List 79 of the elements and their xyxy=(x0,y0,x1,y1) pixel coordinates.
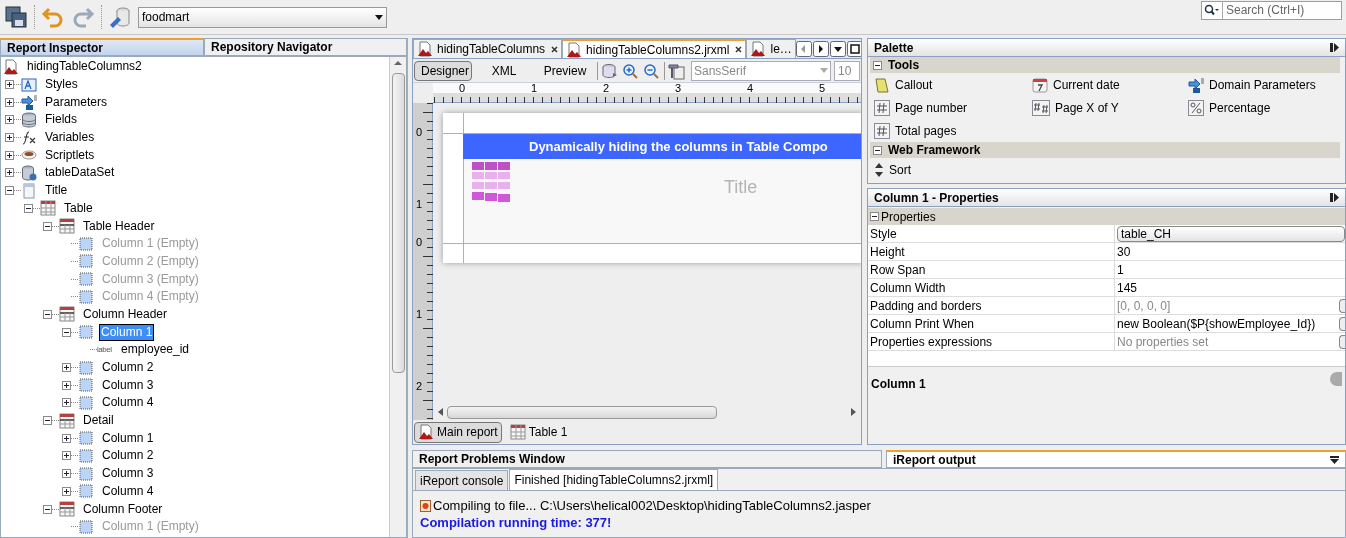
panel-title: Column 1 - Properties xyxy=(874,189,999,207)
font-dropdown[interactable]: SansSerif xyxy=(691,60,831,81)
tree-item[interactable]: Column Footer xyxy=(80,500,166,518)
property-value[interactable]: 1 xyxy=(1117,261,1345,279)
palette-item[interactable]: Domain Parameters xyxy=(1188,73,1340,96)
ruler-number: 1 xyxy=(531,83,538,94)
ruler-number: 1 xyxy=(416,309,423,320)
palette-item[interactable]: Page X of Y xyxy=(1032,96,1188,119)
palette-section-header[interactable]: Tools xyxy=(870,57,1340,73)
tree-item[interactable]: Column 3 xyxy=(99,465,157,483)
label-tag: label xyxy=(97,343,113,356)
document-tab[interactable]: hidingTableColumns xyxy=(413,39,563,58)
ruler-number: 0 xyxy=(416,237,423,248)
palette-item[interactable]: Total pages xyxy=(874,119,1032,142)
palette-item[interactable]: Sort xyxy=(874,158,1032,181)
property-description: Column 1 xyxy=(871,376,926,393)
property-name: Column Width xyxy=(868,279,1115,297)
property-value[interactable]: 145 xyxy=(1117,279,1345,297)
palette-item[interactable]: Page number xyxy=(874,96,1032,119)
tree-item[interactable]: Column 2 xyxy=(99,447,157,465)
document-tab[interactable]: le… xyxy=(746,39,796,58)
tree-item[interactable]: Styles xyxy=(42,76,81,94)
tree-item[interactable]: employee_id xyxy=(118,341,193,359)
palette-item[interactable]: Percentage xyxy=(1188,96,1340,119)
view-tab[interactable]: Preview xyxy=(536,60,594,81)
ruler-number: 5 xyxy=(819,83,826,94)
report-tab[interactable]: Table 1 xyxy=(505,421,572,443)
tree-item[interactable]: Table Header xyxy=(80,217,158,235)
output-tab[interactable]: Finished [hidingTableColumns2.jrxml] xyxy=(509,469,719,490)
property-value[interactable]: 30 xyxy=(1117,243,1345,261)
view-tab[interactable]: Designer xyxy=(414,60,472,81)
tree-item[interactable]: Column 4 xyxy=(99,394,157,412)
tree-item[interactable]: Column 1 xyxy=(99,429,157,447)
band-heading: Dynamically hiding the columns in Table Compo xyxy=(463,134,861,159)
tree-item[interactable]: Column 2 xyxy=(99,359,157,377)
tree-item[interactable]: Variables xyxy=(42,129,98,147)
tree-item[interactable]: Parameters xyxy=(42,93,111,111)
panel-tab[interactable]: iReport output xyxy=(886,450,1346,468)
ruler-number: 0 xyxy=(459,83,466,94)
property-group-header[interactable]: Properties xyxy=(868,208,1345,225)
tree-item[interactable]: Table xyxy=(61,199,96,217)
panel-title: Palette xyxy=(874,39,914,57)
panel-tab[interactable]: Repository Navigator xyxy=(204,38,407,56)
ruler-number: 3 xyxy=(675,83,682,94)
ruler-number: 1 xyxy=(416,199,423,210)
palette-section-header[interactable]: Web Framework xyxy=(870,142,1340,158)
tree-item[interactable]: Scriptlets xyxy=(42,146,98,164)
ruler-number: 0 xyxy=(416,127,423,138)
property-name: Padding and borders xyxy=(868,297,1115,315)
palette-item[interactable]: Callout xyxy=(874,73,1032,96)
tree-item[interactable]: Detail xyxy=(80,412,117,430)
ruler-number: 4 xyxy=(747,83,754,94)
property-name: Height xyxy=(868,243,1115,261)
ruler-number: 2 xyxy=(416,381,423,392)
datasource-dropdown[interactable]: foodmart xyxy=(138,6,387,28)
output-tab[interactable]: iReport console xyxy=(415,470,509,490)
tree-item[interactable]: hidingTableColumns2 xyxy=(24,58,145,76)
property-value[interactable]: new Boolean($P{showEmployee_Id}) xyxy=(1117,315,1337,333)
view-tab[interactable]: XML xyxy=(475,60,533,81)
tree-item[interactable]: Column Header xyxy=(80,305,171,323)
tree-item[interactable]: Column 3 xyxy=(99,376,157,394)
palette-item[interactable]: Current date xyxy=(1032,73,1188,96)
document-tab[interactable]: hidingTableColumns2.jrxml xyxy=(562,39,747,58)
search-field[interactable]: Search (Ctrl+I) xyxy=(1201,0,1342,20)
console-line: Compilation running time: 377! xyxy=(420,513,612,532)
panel-tab[interactable]: Report Problems Window xyxy=(412,450,882,468)
tree-item[interactable]: tableDataSet xyxy=(42,164,118,182)
tree-item[interactable]: Column 4 xyxy=(99,482,157,500)
property-dropdown[interactable]: table_CH xyxy=(1117,226,1345,242)
ruler-number: 2 xyxy=(603,83,610,94)
property-name: Column Print When xyxy=(868,315,1115,333)
property-name: Style xyxy=(868,225,1115,243)
property-name: Row Span xyxy=(868,261,1115,279)
tree-item[interactable]: Title xyxy=(42,182,71,200)
font-size-field[interactable]: 10 xyxy=(834,60,860,81)
tree-item[interactable]: Fields xyxy=(42,111,80,129)
console-line: Compiling to file... C:\Users\helical002\Desktop\hidingTableColumns2.jasper xyxy=(433,496,871,515)
report-tab[interactable]: Main report xyxy=(414,421,502,443)
panel-tab[interactable]: Report Inspector xyxy=(0,38,204,56)
